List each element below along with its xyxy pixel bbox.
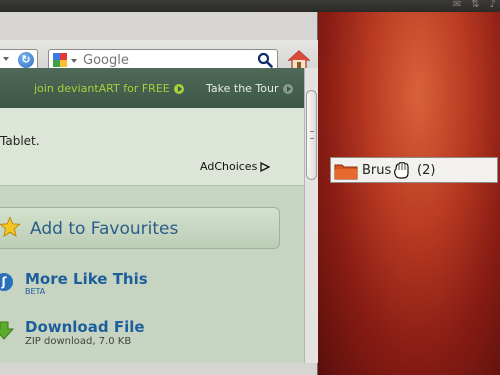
adchoices-icon[interactable] [260,161,271,172]
join-link-label[interactable]: join deviantART for FREE [34,82,170,95]
tour-link[interactable]: Take the Tour [206,82,293,95]
adchoices-label[interactable]: AdChoices [200,160,257,173]
more-like-this-icon: ʃ [0,273,13,291]
adchoices-link[interactable]: AdChoices [200,160,271,173]
add-to-favourites-button[interactable]: Add to Favourites [0,207,280,249]
join-link[interactable]: join deviantART for FREE [34,82,184,95]
ad-area: Tablet. AdChoices [0,108,304,186]
download-arrow-icon [0,321,14,340]
search-engine-dropdown-icon[interactable] [71,59,77,63]
volume-icon[interactable]: ♪ [490,0,496,10]
item-count: (2) [417,163,436,178]
grab-cursor-icon [394,162,409,179]
download-file-info: ZIP download, 7.0 KB [25,336,132,347]
more-like-this-title[interactable]: More Like This [25,270,148,288]
scrollbar-grip [310,131,314,139]
beta-badge: BETA [25,287,46,296]
dragged-folder-item[interactable]: Brus (2) [330,157,498,183]
ad-text[interactable]: Tablet. [0,134,40,148]
search-icon[interactable] [257,52,273,68]
folder-icon [334,164,358,180]
download-file-title[interactable]: Download File [25,318,145,336]
vertical-scrollbar[interactable] [304,68,318,363]
web-page: join deviantART for FREE Take the Tour T… [0,68,304,363]
scrollbar-thumb[interactable] [306,90,317,180]
search-engine-icon[interactable] [53,53,67,67]
top-panel: ✉ ⇅ ♪ [0,0,500,12]
desktop-wallpaper [318,0,500,375]
history-dropdown-icon[interactable] [3,57,9,61]
reload-icon[interactable]: ↻ [18,52,34,68]
star-icon [0,216,21,237]
arrow-right-icon [173,83,184,94]
svg-text:ʃ: ʃ [1,275,8,289]
messaging-icon[interactable]: ✉ [453,0,461,10]
arrow-right-icon [282,83,293,94]
system-tray: ✉ ⇅ ♪ [453,0,500,11]
network-icon[interactable]: ⇅ [471,0,479,10]
search-input[interactable] [83,52,253,68]
folder-name: Brus [362,163,392,178]
browser-window: ↻ join deviantART for FREE Take the Tour [0,12,318,375]
tour-link-label[interactable]: Take the Tour [206,82,279,95]
add-to-favourites-label: Add to Favourites [30,219,179,239]
promo-bar: join deviantART for FREE Take the Tour [0,68,304,108]
